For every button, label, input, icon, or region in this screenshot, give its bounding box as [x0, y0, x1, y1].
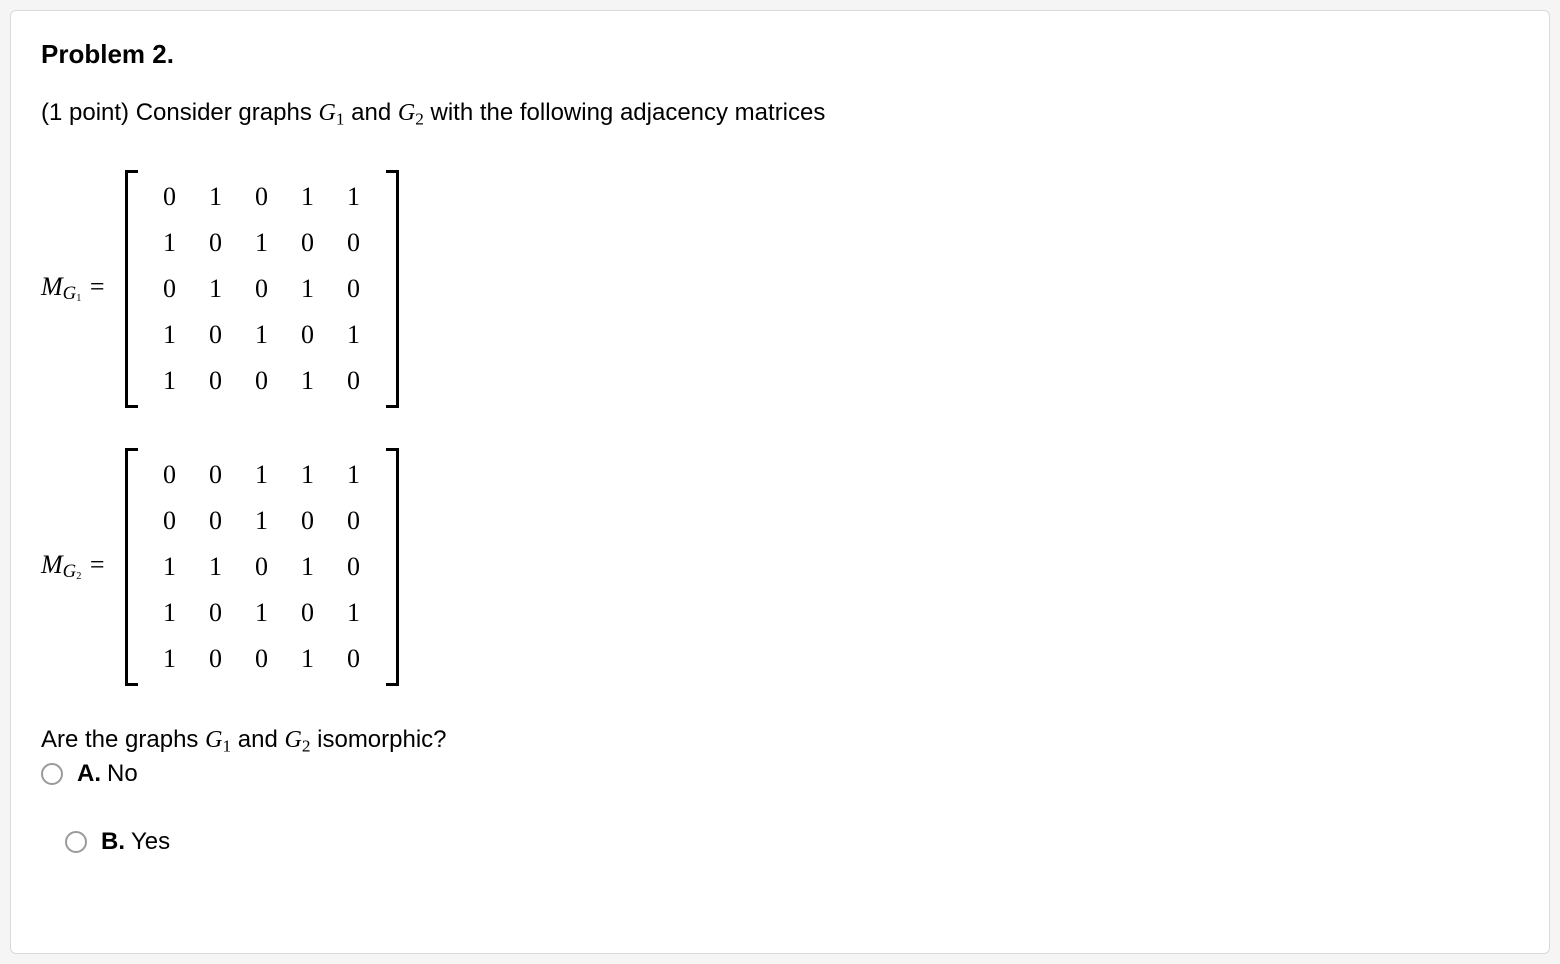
matrix-cell: 1 [347, 598, 360, 628]
matrix-cell: 0 [347, 228, 360, 258]
matrix2-grid: 0 0 1 1 1 0 0 1 0 0 1 1 0 1 0 1 0 1 0 1 1 0 0 1 0 [139, 448, 385, 686]
question-after: isomorphic? [310, 726, 446, 753]
matrix-cell: 1 [209, 274, 222, 304]
matrix1-grid: 0 1 0 1 1 1 0 1 0 0 0 1 0 1 0 1 0 1 0 1 1 0 0 1 0 [139, 170, 385, 408]
matrix2-label-sub-g: G [63, 561, 77, 582]
problem-intro: (1 point) Consider graphs G1 and G2 with… [41, 96, 1519, 132]
option-a-letter: A. [77, 760, 101, 788]
matrix-cell: 1 [301, 644, 314, 674]
matrix-cell: 0 [347, 366, 360, 396]
matrix-cell: 0 [301, 228, 314, 258]
symbol-g2: G2 [398, 100, 424, 126]
question-before: Are the graphs [41, 726, 205, 753]
points-prefix: (1 point) [41, 99, 136, 126]
matrix2-label-sub: G2 [63, 561, 82, 582]
symbol-g1: G1 [318, 100, 344, 126]
matrix-cell: 0 [255, 274, 268, 304]
symbol-g2-sub: 2 [415, 109, 424, 128]
matrix-cell: 1 [347, 182, 360, 212]
matrix-cell: 1 [209, 182, 222, 212]
matrix-cell: 1 [163, 644, 176, 674]
matrix1-label-m: M [41, 272, 63, 301]
matrix-cell: 1 [301, 366, 314, 396]
symbol-g2-base: G [398, 100, 415, 126]
matrix-cell: 0 [209, 460, 222, 490]
right-bracket-icon [385, 448, 399, 686]
matrix2-label: MG2 = [41, 550, 125, 584]
matrix1-label: MG1 = [41, 272, 125, 306]
question-text: Are the graphs G1 and G2 isomorphic? [41, 726, 1519, 756]
matrix-cell: 1 [347, 320, 360, 350]
matrix-cell: 0 [301, 506, 314, 536]
matrix-cell: 1 [163, 366, 176, 396]
symbol-g1-base: G [318, 100, 335, 126]
right-bracket-icon [385, 170, 399, 408]
matrix-cell: 1 [301, 182, 314, 212]
matrix2-label-m: M [41, 550, 63, 579]
matrix1-label-sub-sub: 1 [76, 293, 81, 304]
matrix1-brackets: 0 1 0 1 1 1 0 1 0 0 0 1 0 1 0 1 0 1 0 1 1 0 0 1 0 [125, 170, 399, 408]
matrix-cell: 0 [163, 274, 176, 304]
matrix1-label-sub: G1 [63, 283, 82, 304]
question-g2: G2 [284, 727, 310, 753]
question-between: and [231, 726, 284, 753]
matrix-cell: 1 [255, 228, 268, 258]
matrix-cell: 0 [163, 460, 176, 490]
matrix-equation-1: MG1 = 0101110100010101010110010 [41, 170, 1519, 408]
matrix-cell: 0 [163, 506, 176, 536]
matrix2-label-sub-sub: 2 [76, 571, 81, 582]
matrix-cell: 0 [255, 552, 268, 582]
matrix-cell: 1 [255, 506, 268, 536]
matrix-cell: 1 [255, 460, 268, 490]
matrices-block: MG1 = 0101110100010101010110010 MG2 = 00… [41, 170, 1519, 686]
matrix-cell: 1 [163, 320, 176, 350]
equals-sign: = [88, 272, 111, 301]
matrix-cell: 1 [163, 598, 176, 628]
problem-title: Problem 2. [41, 39, 1519, 70]
matrix-equation-2: MG2 = 0 0 1 1 1 0 0 1 0 0 1 1 0 1 0 1 0 1 0 1 1 0 0 1 0 [41, 448, 1519, 686]
matrix-cell: 0 [209, 228, 222, 258]
matrix2-brackets: 0 0 1 1 1 0 0 1 0 0 1 1 0 1 0 1 0 1 0 1 1 0 0 1 0 [125, 448, 399, 686]
matrix-cell: 0 [255, 644, 268, 674]
problem-card: Problem 2. (1 point) Consider graphs G1 … [10, 10, 1550, 954]
matrix-cell: 0 [347, 552, 360, 582]
matrix-cell: 1 [347, 460, 360, 490]
matrix-cell: 1 [301, 460, 314, 490]
matrix-cell: 0 [255, 182, 268, 212]
matrix-cell: 1 [255, 320, 268, 350]
matrix-cell: 0 [255, 366, 268, 396]
matrix-cell: 1 [301, 274, 314, 304]
matrix-cell: 0 [347, 644, 360, 674]
intro-text-3: with the following adjacency matrices [424, 99, 826, 126]
matrix-cell: 0 [347, 506, 360, 536]
matrix-cell: 0 [163, 182, 176, 212]
matrix-cell: 0 [347, 274, 360, 304]
matrix-cell: 1 [255, 598, 268, 628]
equals-sign: = [88, 550, 111, 579]
matrix-cell: 0 [209, 598, 222, 628]
matrix-cell: 0 [301, 598, 314, 628]
option-b-letter: B. [101, 828, 125, 856]
left-bracket-icon [125, 170, 139, 408]
matrix-cell: 0 [209, 366, 222, 396]
matrix-cell: 1 [163, 228, 176, 258]
matrix-cell: 1 [301, 552, 314, 582]
option-a-text: No [107, 760, 138, 788]
matrix-cell: 0 [209, 320, 222, 350]
matrix-cell: 1 [209, 552, 222, 582]
matrix-cell: 0 [209, 644, 222, 674]
matrix-cell: 0 [209, 506, 222, 536]
intro-text-2: and [344, 99, 397, 126]
option-b-row: B. Yes [65, 826, 1519, 858]
question-g1: G1 [205, 727, 231, 753]
intro-text-1: Consider graphs [136, 99, 319, 126]
matrix-cell: 0 [301, 320, 314, 350]
left-bracket-icon [125, 448, 139, 686]
option-b-text: Yes [131, 828, 170, 856]
option-a-row: A. No [41, 758, 1519, 790]
matrix-cell: 1 [163, 552, 176, 582]
option-b-radio[interactable] [65, 831, 87, 853]
option-a-radio[interactable] [41, 763, 63, 785]
matrix1-label-sub-g: G [63, 283, 77, 304]
